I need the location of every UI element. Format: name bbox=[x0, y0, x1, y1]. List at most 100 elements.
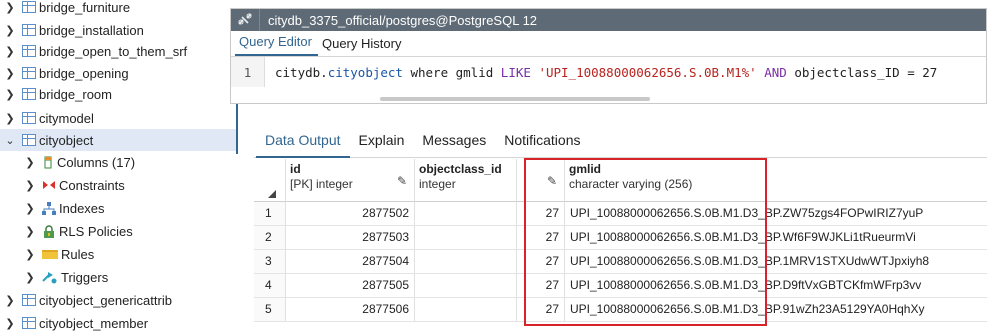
column-header-id[interactable]: id [PK] integer ✎ bbox=[286, 159, 415, 202]
table-row[interactable]: 2 2877503 27 UPI_10088000062656.S.0B.M1.… bbox=[254, 226, 987, 250]
row-number[interactable]: 4 bbox=[254, 274, 286, 298]
grid-corner-header[interactable] bbox=[254, 159, 286, 202]
tree-item-indexes[interactable]: ❯ Indexes bbox=[24, 197, 105, 219]
chevron-right-icon[interactable]: ❯ bbox=[4, 317, 16, 330]
chevron-right-icon[interactable]: ❯ bbox=[4, 45, 16, 58]
query-tool-titlebar: citydb_3375_official/postgres@PostgreSQL… bbox=[231, 9, 986, 31]
column-header-objectclass-id[interactable]: objectclass_id integer bbox=[415, 159, 517, 202]
edit-pencil-icon[interactable]: ✎ bbox=[547, 174, 557, 189]
row-number[interactable]: 3 bbox=[254, 250, 286, 274]
rls-policies-icon bbox=[42, 225, 56, 238]
chevron-right-icon[interactable]: ❯ bbox=[24, 271, 36, 284]
tree-item-label: cityobject_genericattrib bbox=[39, 292, 172, 308]
edit-pencil-icon[interactable]: ✎ bbox=[397, 174, 407, 189]
chevron-right-icon[interactable]: ❯ bbox=[24, 248, 36, 261]
sql-condition: objectclass_ID = 27 bbox=[786, 64, 938, 80]
chevron-right-icon[interactable]: ❯ bbox=[24, 179, 36, 192]
tree-item-label: citymodel bbox=[39, 110, 94, 126]
cell-objectclass-value[interactable]: 27 bbox=[517, 274, 565, 298]
row-number[interactable]: 1 bbox=[254, 202, 286, 226]
chevron-right-icon[interactable]: ❯ bbox=[4, 24, 16, 37]
column-header-gmlid[interactable]: gmlid character varying (256) bbox=[565, 159, 987, 202]
chevron-right-icon[interactable]: ❯ bbox=[4, 112, 16, 125]
sql-and-keyword: AND bbox=[764, 64, 787, 80]
tree-item-bridge-open-to-them-srf[interactable]: ❯ bridge_open_to_them_srf bbox=[4, 40, 187, 62]
table-row[interactable]: 1 2877502 27 UPI_10088000062656.S.0B.M1.… bbox=[254, 202, 987, 226]
table-row[interactable]: 3 2877504 27 UPI_10088000062656.S.0B.M1.… bbox=[254, 250, 987, 274]
chevron-right-icon[interactable]: ❯ bbox=[24, 202, 36, 215]
editor-horizontal-scrollbar[interactable] bbox=[380, 97, 650, 101]
cell-objectclass-id[interactable] bbox=[415, 226, 517, 250]
cell-gmlid[interactable]: UPI_10088000062656.S.0B.M1.D3_BP.Wf6F9WJ… bbox=[565, 226, 987, 250]
table-row[interactable]: 5 2877506 27 UPI_10088000062656.S.0B.M1.… bbox=[254, 298, 987, 322]
tree-item-label: bridge_open_to_them_srf bbox=[39, 43, 188, 59]
tree-item-label: cityobject bbox=[39, 132, 94, 148]
line-number: 1 bbox=[231, 57, 265, 87]
chevron-right-icon[interactable]: ❯ bbox=[4, 294, 16, 307]
tab-data-output[interactable]: Data Output bbox=[256, 124, 350, 158]
cell-id[interactable]: 2877503 bbox=[286, 226, 415, 250]
tree-item-bridge-furniture[interactable]: ❯ bridge_furniture bbox=[4, 0, 130, 18]
tree-item-cityobject[interactable]: ⌄ cityobject bbox=[0, 129, 238, 151]
cell-id[interactable]: 2877505 bbox=[286, 274, 415, 298]
tree-item-label: bridge_furniture bbox=[39, 0, 131, 15]
table-icon bbox=[22, 112, 36, 124]
tab-query-editor[interactable]: Query Editor bbox=[235, 34, 318, 56]
cell-objectclass-id[interactable] bbox=[415, 202, 517, 226]
tab-explain[interactable]: Explain bbox=[350, 124, 414, 158]
tab-notifications[interactable]: Notifications bbox=[495, 124, 589, 158]
sort-icon[interactable] bbox=[268, 190, 276, 198]
cell-objectclass-value[interactable]: 27 bbox=[517, 202, 565, 226]
cell-id[interactable]: 2877502 bbox=[286, 202, 415, 226]
chevron-right-icon[interactable]: ❯ bbox=[4, 88, 16, 101]
tree-item-constraints[interactable]: ❯ Constraints bbox=[24, 174, 125, 196]
tree-item-triggers[interactable]: ❯ Triggers bbox=[24, 266, 108, 288]
tree-item-bridge-opening[interactable]: ❯ bridge_opening bbox=[4, 62, 128, 84]
cell-objectclass-id[interactable] bbox=[415, 250, 517, 274]
chevron-down-icon[interactable]: ⌄ bbox=[4, 134, 16, 147]
tree-item-cityobject-member[interactable]: ❯ cityobject_member bbox=[4, 312, 148, 333]
query-tool-window: citydb_3375_official/postgres@PostgreSQL… bbox=[230, 8, 987, 104]
tab-query-history[interactable]: Query History bbox=[318, 36, 407, 56]
cell-objectclass-value[interactable]: 27 bbox=[517, 226, 565, 250]
table-icon bbox=[22, 317, 36, 329]
row-number[interactable]: 2 bbox=[254, 226, 286, 250]
tree-item-bridge-room[interactable]: ❯ bridge_room bbox=[4, 83, 112, 105]
table-icon bbox=[22, 294, 36, 306]
tree-item-bridge-installation[interactable]: ❯ bridge_installation bbox=[4, 19, 143, 41]
cell-id[interactable]: 2877504 bbox=[286, 250, 415, 274]
table-icon bbox=[22, 1, 36, 13]
tree-item-rules[interactable]: ❯ Rules bbox=[24, 243, 94, 265]
tree-item-rls-policies[interactable]: ❯ RLS Policies bbox=[24, 220, 132, 242]
cell-objectclass-id[interactable] bbox=[415, 298, 517, 322]
cell-objectclass-value[interactable]: 27 bbox=[517, 298, 565, 322]
indexes-icon bbox=[42, 202, 56, 215]
sql-editor[interactable]: 1 citydb. cityobject where gmlid LIKE 'UP… bbox=[231, 57, 986, 87]
cell-gmlid[interactable]: UPI_10088000062656.S.0B.M1.D3_BP.ZW75zgs… bbox=[565, 202, 987, 226]
tree-item-label: bridge_room bbox=[39, 86, 112, 102]
tree-item-columns[interactable]: ❯ Columns (17) bbox=[24, 151, 135, 173]
row-number[interactable]: 5 bbox=[254, 298, 286, 322]
tab-messages[interactable]: Messages bbox=[413, 124, 495, 158]
cell-gmlid[interactable]: UPI_10088000062656.S.0B.M1.D3_BP.D9ftVxG… bbox=[565, 274, 987, 298]
chevron-right-icon[interactable]: ❯ bbox=[24, 156, 36, 169]
table-row[interactable]: 4 2877505 27 UPI_10088000062656.S.0B.M1.… bbox=[254, 274, 987, 298]
cell-objectclass-value[interactable]: 27 bbox=[517, 250, 565, 274]
tree-scrollbar[interactable] bbox=[236, 104, 238, 154]
column-header-edit[interactable]: ✎ bbox=[517, 159, 565, 202]
cell-gmlid[interactable]: UPI_10088000062656.S.0B.M1.D3_BP.91wZh23… bbox=[565, 298, 987, 322]
chevron-right-icon[interactable]: ❯ bbox=[24, 225, 36, 238]
tree-item-citymodel[interactable]: ❯ citymodel bbox=[4, 107, 94, 129]
cell-objectclass-id[interactable] bbox=[415, 274, 517, 298]
tree-item-label: Indexes bbox=[59, 200, 105, 216]
tree-item-label: Constraints bbox=[59, 177, 125, 193]
cell-id[interactable]: 2877506 bbox=[286, 298, 415, 322]
titlebar-divider bbox=[259, 9, 260, 31]
table-icon bbox=[22, 45, 36, 57]
cell-gmlid[interactable]: UPI_10088000062656.S.0B.M1.D3_BP.1MRV1ST… bbox=[565, 250, 987, 274]
chevron-right-icon[interactable]: ❯ bbox=[4, 67, 16, 80]
tree-item-label: Triggers bbox=[61, 269, 109, 285]
connection-icon[interactable] bbox=[231, 12, 259, 29]
tree-item-cityobject-genericattrib[interactable]: ❯ cityobject_genericattrib bbox=[4, 289, 172, 311]
chevron-right-icon[interactable]: ❯ bbox=[4, 1, 16, 14]
